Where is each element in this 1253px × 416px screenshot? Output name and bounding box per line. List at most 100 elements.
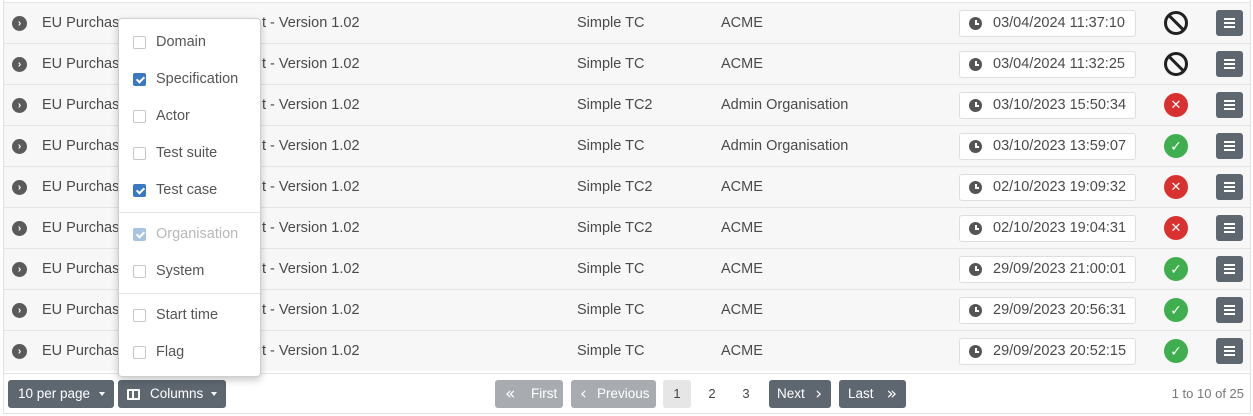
start-time-field: 02/10/2023 19:09:32 [959, 174, 1136, 201]
test-case-cell: Simple TC [577, 138, 645, 154]
row-menu-button[interactable] [1216, 92, 1243, 118]
checkbox[interactable] [133, 147, 146, 160]
per-page-dropdown[interactable]: 10 per page [8, 380, 114, 408]
last-label: Last [848, 386, 874, 401]
page-3-button[interactable]: 3 [732, 380, 760, 408]
row-menu-button[interactable] [1216, 297, 1243, 323]
row-menu-button[interactable] [1216, 256, 1243, 282]
x-circle-icon: ✕ [1164, 175, 1188, 199]
menu-bar [1224, 63, 1235, 65]
start-time-field: 29/09/2023 20:56:31 [959, 297, 1136, 324]
spec-suffix-text: t - Version 1.02 [262, 302, 360, 318]
column-option-test-case[interactable]: Test case [119, 172, 260, 209]
menu-bar [1224, 108, 1235, 110]
organisation-cell: ACME [721, 343, 763, 359]
next-page-button[interactable]: Next › [769, 380, 831, 408]
page-1-button[interactable]: 1 [663, 380, 691, 408]
row-menu-button[interactable] [1216, 10, 1243, 36]
menu-bar [1224, 190, 1235, 192]
checkbox[interactable] [133, 184, 146, 197]
double-chevron-right-icon: » [886, 384, 897, 404]
spec-text: EU Purchase [42, 97, 128, 113]
checkbox[interactable] [133, 110, 146, 123]
specification-cell: EU Purchase t - Version 1.02 [42, 208, 360, 248]
column-option-test-suite[interactable]: Test suite [119, 135, 260, 172]
column-option-system[interactable]: System [119, 253, 260, 290]
start-time-field: 03/10/2023 15:50:34 [959, 92, 1136, 119]
chevron-right-circle-icon[interactable]: › [12, 16, 27, 31]
column-option-label: System [156, 263, 205, 279]
spec-text: EU Purchase [42, 138, 128, 154]
checkbox[interactable] [133, 309, 146, 322]
chevron-right-circle-icon[interactable]: › [12, 98, 27, 113]
chevron-right-circle-icon[interactable]: › [12, 57, 27, 72]
menu-bar [1224, 145, 1235, 147]
ban-icon [1164, 52, 1188, 76]
chevron-right-circle-icon[interactable]: › [12, 262, 27, 277]
start-time-text: 03/10/2023 13:59:07 [993, 138, 1127, 154]
check-circle-icon: ✓ [1164, 339, 1188, 363]
organisation-cell: ACME [721, 261, 763, 277]
menu-bar [1224, 67, 1235, 69]
start-time-text: 29/09/2023 21:00:01 [993, 261, 1127, 277]
column-option-label: Domain [156, 34, 206, 50]
column-option-specification[interactable]: Specification [119, 61, 260, 98]
specification-cell: EU Purchase t - Version 1.02 [42, 126, 360, 166]
organisation-cell: ACME [721, 179, 763, 195]
column-option-domain[interactable]: Domain [119, 24, 260, 61]
column-option-start-time[interactable]: Start time [119, 297, 260, 334]
test-case-cell: Simple TC [577, 302, 645, 318]
clock-icon [969, 17, 982, 30]
spec-suffix-text: t - Version 1.02 [262, 138, 360, 154]
clock-icon [969, 58, 982, 71]
menu-bar [1224, 26, 1235, 28]
menu-bar [1224, 227, 1235, 229]
menu-bar [1224, 354, 1235, 356]
test-case-cell: Simple TC2 [577, 97, 653, 113]
chevron-right-circle-icon[interactable]: › [12, 344, 27, 359]
first-page-button[interactable]: « First [495, 380, 563, 408]
organisation-cell: ACME [721, 220, 763, 236]
row-menu-button[interactable] [1216, 51, 1243, 77]
chevron-right-circle-icon[interactable]: › [12, 139, 27, 154]
menu-divider [119, 212, 260, 213]
row-menu-button[interactable] [1216, 174, 1243, 200]
checkbox[interactable] [133, 36, 146, 49]
next-label: Next [777, 386, 805, 401]
row-menu-button[interactable] [1216, 133, 1243, 159]
clock-icon [969, 345, 982, 358]
start-time-text: 02/10/2023 19:04:31 [993, 220, 1127, 236]
checkbox[interactable] [133, 346, 146, 359]
spec-text: EU Purchase [42, 261, 128, 277]
test-case-cell: Simple TC [577, 343, 645, 359]
checkbox[interactable] [133, 73, 146, 86]
test-case-cell: Simple TC2 [577, 179, 653, 195]
column-option-flag[interactable]: Flag [119, 334, 260, 371]
row-menu-button[interactable] [1216, 215, 1243, 241]
chevron-right-circle-icon[interactable]: › [12, 180, 27, 195]
menu-divider [119, 293, 260, 294]
caret-down-icon [211, 392, 217, 396]
column-option-label: Specification [156, 71, 239, 87]
column-option-actor[interactable]: Actor [119, 98, 260, 135]
row-menu-button[interactable] [1216, 338, 1243, 364]
specification-cell: EU Purchase t - Version 1.02 [42, 3, 360, 43]
column-option-label: Organisation [156, 226, 239, 242]
spec-suffix-text: t - Version 1.02 [262, 56, 360, 72]
page-2-button[interactable]: 2 [698, 380, 726, 408]
chevron-right-circle-icon[interactable]: › [12, 221, 27, 236]
menu-bar [1224, 149, 1235, 151]
columns-dropdown-button[interactable]: Columns [118, 380, 226, 408]
x-circle-icon: ✕ [1164, 93, 1188, 117]
spec-suffix-text: t - Version 1.02 [262, 343, 360, 359]
start-time-text: 03/04/2024 11:32:25 [993, 56, 1125, 72]
spec-text: EU Purchase [42, 15, 128, 31]
specification-cell: EU Purchase t - Version 1.02 [42, 290, 360, 330]
start-time-field: 03/04/2024 11:32:25 [959, 51, 1136, 78]
chevron-right-circle-icon[interactable]: › [12, 303, 27, 318]
start-time-field: 29/09/2023 21:00:01 [959, 256, 1136, 283]
test-case-cell: Simple TC2 [577, 220, 653, 236]
previous-page-button[interactable]: ‹ Previous [571, 380, 656, 408]
checkbox[interactable] [133, 265, 146, 278]
last-page-button[interactable]: Last » [839, 380, 906, 408]
